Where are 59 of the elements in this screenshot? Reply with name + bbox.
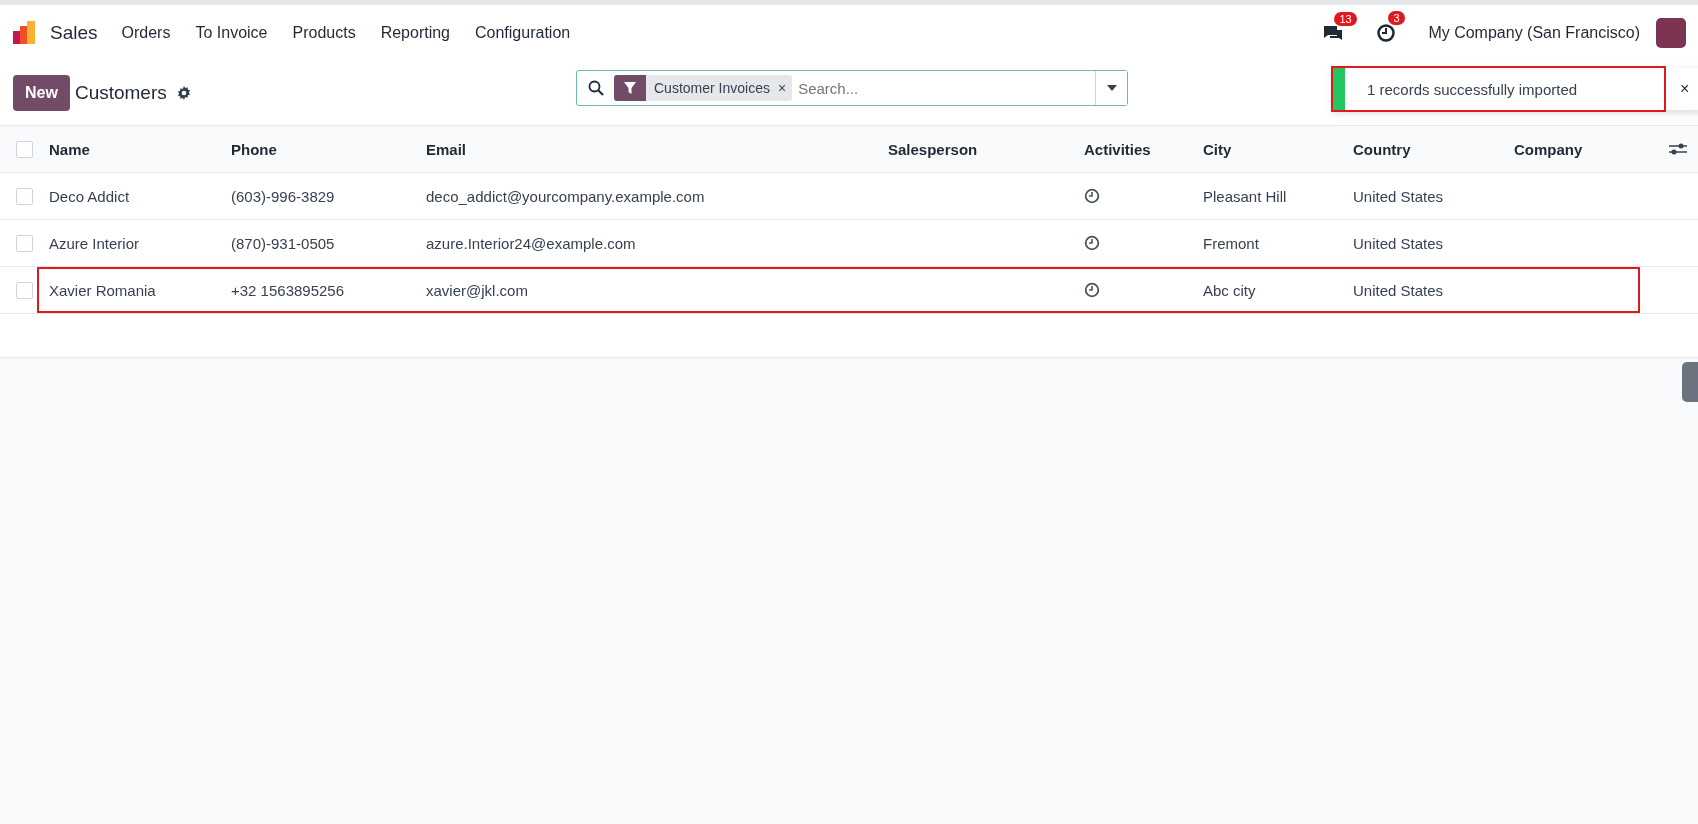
app-name-link[interactable]: Sales [50, 22, 98, 44]
search-icon[interactable] [588, 80, 604, 96]
menu-item[interactable]: Reporting [380, 24, 450, 42]
toast-close-link[interactable]: × [1680, 80, 1690, 98]
table-cell-text: United States [1353, 187, 1445, 205]
bar-chart-logo-icon[interactable] [12, 21, 36, 45]
menu-item[interactable]: Orders [121, 24, 171, 42]
table-cell-text: xavier@jkl.com [426, 281, 529, 299]
facet-remove-link[interactable]: × [777, 80, 787, 96]
column-header[interactable]: Phone [231, 140, 426, 158]
chat-bubbles-icon[interactable] [1322, 24, 1345, 42]
table-cell-text: (870)-931-0505 [231, 234, 336, 252]
table-cell-text: United States [1353, 234, 1445, 252]
table-row[interactable]: Azure Interior (870)-931-0505 azure.Interior24@example.com Fremont United States [0, 220, 1698, 267]
settings-icon[interactable] [176, 86, 191, 100]
table-cell-text: Azure Interior [49, 234, 141, 252]
search-field[interactable]: Customer Invoices × Search... [576, 70, 1128, 106]
table-row[interactable]: Deco Addict (603)-996-3829 deco_addict@yourcompany.example.com Pleasant Hill United States [0, 173, 1698, 220]
new-button[interactable]: New [13, 75, 70, 111]
message-count-badge: 13 [1334, 12, 1357, 26]
table-cell-text: Fremont [1203, 234, 1260, 252]
page-title: Customers [74, 82, 167, 104]
table-cell-text: Deco Addict [49, 187, 131, 205]
filter-facet-label: Customer Invoices [654, 80, 770, 96]
table-cell-text: +32 1563895256 [231, 281, 346, 299]
table-cell-text: deco_addict@yourcompany.example.com [426, 187, 706, 205]
scrollbar-thumb[interactable] [1682, 362, 1698, 402]
company-switcher[interactable]: My Company (San Francisco) [1428, 24, 1640, 42]
table-cell-text: azure.Interior24@example.com [426, 234, 637, 252]
clock-icon[interactable] [1376, 23, 1397, 43]
funnel-icon [624, 82, 636, 94]
column-header[interactable]: Activities [1084, 140, 1203, 158]
menu-item[interactable]: To Invoice [195, 24, 268, 42]
column-header[interactable]: Email [426, 140, 888, 158]
row-checkbox[interactable] [16, 281, 33, 299]
column-header[interactable]: Salesperson [888, 140, 1084, 158]
clock-icon[interactable] [1084, 282, 1100, 298]
activity-count-badge: 3 [1388, 11, 1405, 25]
table-cell-text: United States [1353, 281, 1445, 299]
clock-icon[interactable] [1084, 188, 1100, 204]
column-header[interactable]: Country [1353, 140, 1514, 158]
menu-item[interactable]: Products [292, 24, 356, 42]
sliders-icon[interactable] [1669, 142, 1687, 156]
column-header[interactable]: Name [49, 140, 231, 158]
column-header[interactable]: City [1203, 140, 1353, 158]
table-cell-text: Pleasant Hill [1203, 187, 1288, 205]
table-cell-text: Xavier Romania [49, 281, 157, 299]
menu-item[interactable]: Configuration [475, 24, 571, 42]
user-avatar[interactable] [1656, 18, 1686, 48]
table-cell-text: (603)-996-3829 [231, 187, 336, 205]
clock-icon[interactable] [1084, 235, 1100, 251]
search-options-button[interactable] [1095, 71, 1127, 105]
caret-icon [1106, 85, 1117, 91]
toast-message: 1 records successfully imported [1367, 80, 1578, 98]
row-checkbox[interactable] [16, 234, 33, 252]
select-all-checkbox[interactable] [16, 140, 33, 158]
table-cell-text: Abc city [1203, 281, 1257, 299]
row-checkbox[interactable] [16, 187, 33, 205]
column-header[interactable]: Company [1514, 140, 1658, 158]
